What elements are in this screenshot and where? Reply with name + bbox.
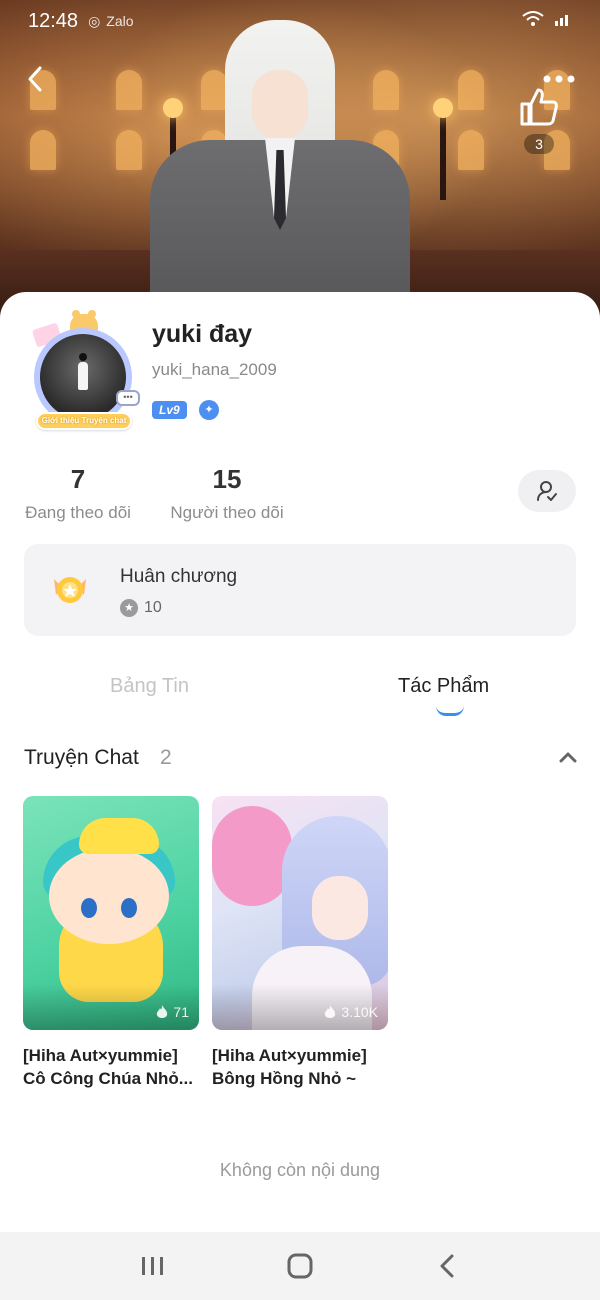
medal-icon [54,577,86,603]
home-icon [287,1253,313,1279]
end-of-content-text: Không còn nội dung [219,1160,381,1180]
section-count: 2 [160,746,172,769]
medals-count: 10 [144,599,162,616]
flame-icon [325,1005,336,1018]
chat-bubble-icon: ••• [116,390,140,406]
back-arrow-icon [440,1254,454,1278]
home-button[interactable] [270,1236,330,1296]
profile-cover-image [0,0,600,330]
followers-stat[interactable]: 15 Người theo dõi [166,464,288,523]
story-hot-count: 3.10K [323,1004,378,1020]
like-count: 3 [524,134,554,154]
username: yuki_hana_2009 [152,360,277,379]
section-title: Truyện Chat [24,746,139,769]
display-name: yuki đay [152,320,253,348]
chevron-left-icon [28,66,42,92]
medals-count-row: ★ 10 [120,599,162,617]
story-title-line2: Bông Hồng Nhỏ ~ [212,1069,357,1088]
story-cover-image: 71 [23,796,199,1030]
following-label: Đang theo dõi [25,503,131,522]
tab-works[interactable]: Tác Phẩm [398,675,489,698]
signal-icon [554,11,572,32]
collapse-section-button[interactable] [555,744,581,770]
flame-icon [157,1005,168,1018]
active-tab-indicator [436,706,464,716]
story-cover-image: 3.10K [212,796,388,1030]
story-card[interactable]: 71 [Hiha Aut×yummie] Cô Công Chúa Nhỏ... [23,796,199,1090]
recent-apps-button[interactable] [123,1236,183,1296]
back-button[interactable] [18,62,52,96]
profile-card: ••• Giới thiệu Truyện chat yuki đay yuki… [0,292,600,1232]
following-count: 7 [70,464,86,494]
notification-app-label: Zalo [106,13,134,29]
thumbs-up-icon [520,88,558,126]
chevron-up-icon [559,752,577,763]
more-horizontal-icon [543,75,575,83]
wifi-icon [522,10,544,32]
followers-count: 15 [212,464,242,494]
system-navigation-bar [0,1232,600,1300]
system-back-button[interactable] [417,1236,477,1296]
notification-icon: ◎ [88,12,101,29]
edit-profile-button[interactable] [518,470,576,512]
avatar[interactable]: ••• Giới thiệu Truyện chat [24,310,142,432]
verified-badge-icon[interactable]: ✦ [199,400,219,420]
followers-label: Người theo dõi [170,503,284,522]
story-hot-count: 71 [155,1004,189,1020]
cover-character [150,20,410,330]
avatar-frame-banner: Giới thiệu Truyện chat [36,412,132,430]
tab-feed[interactable]: Bảng Tin [110,675,189,698]
user-edit-icon [537,481,557,501]
recent-apps-icon [142,1257,164,1275]
like-button[interactable]: 3 [514,86,564,160]
star-badge-icon: ★ [120,599,138,617]
level-badge[interactable]: Lv9 [152,401,187,419]
medals-panel[interactable]: Huân chương ★ 10 [24,544,576,636]
story-card[interactable]: 3.10K [Hiha Aut×yummie] Bông Hồng Nhỏ ~ [212,796,388,1090]
story-title-line2: Cô Công Chúa Nhỏ... [23,1069,193,1088]
following-stat[interactable]: 7 Đang theo dõi [20,464,136,523]
medals-title: Huân chương [120,566,238,587]
status-bar: 12:48 ◎ Zalo [0,0,600,42]
story-title-line1: [Hiha Aut×yummie] [212,1046,367,1065]
status-time: 12:48 [28,9,79,32]
story-title-line1: [Hiha Aut×yummie] [23,1046,178,1065]
